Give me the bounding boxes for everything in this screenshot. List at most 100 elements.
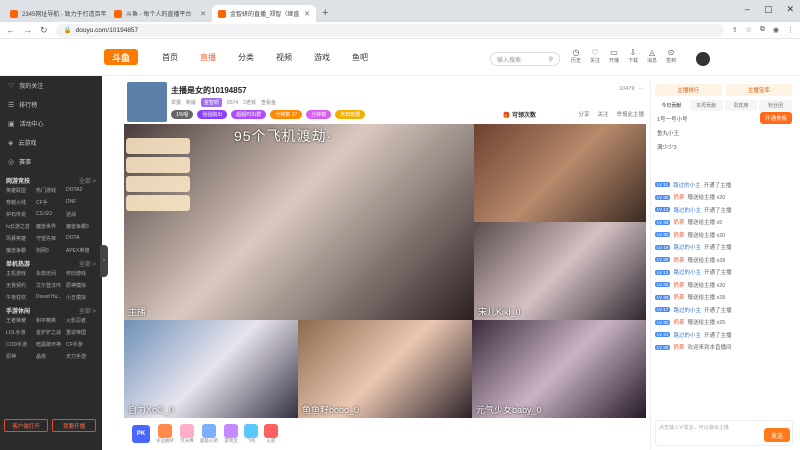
sidebar-item-ranking[interactable]: ☰ 排行榜 bbox=[0, 95, 102, 114]
sidebar-item-events[interactable]: ▣ 活动中心 bbox=[0, 114, 102, 133]
close-window-icon[interactable]: ✕ bbox=[786, 4, 794, 15]
category-link[interactable]: 剑网3 bbox=[36, 247, 66, 254]
category-link[interactable]: 和平精英 bbox=[36, 317, 66, 324]
category-link[interactable]: 晶核 bbox=[36, 353, 66, 360]
category-link[interactable]: DNF bbox=[66, 199, 96, 206]
message-tool[interactable]: ◬ 消息 bbox=[646, 48, 658, 64]
category-link[interactable]: DOTA2 bbox=[66, 187, 96, 194]
category-link[interactable]: 重返帝国 bbox=[66, 329, 96, 336]
profile-icon[interactable]: ◉ bbox=[773, 26, 779, 34]
nav-live[interactable]: 直播 bbox=[200, 52, 216, 63]
new-tab-icon[interactable]: + bbox=[322, 7, 328, 19]
reload-icon[interactable]: ↻ bbox=[40, 25, 48, 36]
room-chip[interactable]: 分钟数 bbox=[306, 110, 332, 119]
category-link[interactable]: 无畏契约 bbox=[6, 282, 36, 289]
category-link[interactable]: CS:GO bbox=[36, 211, 66, 218]
contributor[interactable]: 鱼丸小王 bbox=[657, 129, 790, 137]
category-link[interactable]: 魔兽争霸 bbox=[6, 247, 36, 254]
menu-icon[interactable]: ⋮ bbox=[787, 26, 794, 34]
tab-today[interactable]: 今日贡献 bbox=[655, 100, 688, 111]
category-link[interactable]: 魔兽争霸3 bbox=[66, 223, 96, 230]
category-link[interactable]: LOL手游 bbox=[6, 329, 36, 336]
tab-fans[interactable]: 粉丝团 bbox=[759, 100, 792, 111]
category-link[interactable]: 王者荣耀 bbox=[6, 317, 36, 324]
back-icon[interactable]: ← bbox=[6, 25, 15, 35]
gift-item[interactable]: 游戏宝 bbox=[224, 424, 238, 444]
category-link[interactable]: DOTA bbox=[66, 235, 96, 242]
extension-icon[interactable]: ⧉ bbox=[760, 26, 765, 34]
category-link[interactable]: 天刀手游 bbox=[66, 353, 96, 360]
gift-item[interactable]: 火箭 bbox=[264, 424, 278, 444]
nav-games[interactable]: 游戏 bbox=[314, 52, 330, 63]
more-icon[interactable]: ⋯ bbox=[639, 86, 645, 92]
browser-tab[interactable]: 2345网址导航 - 致力于打造百年✕ bbox=[4, 5, 108, 22]
send-button[interactable]: 发送 bbox=[764, 428, 790, 442]
gift-item[interactable]: 超级火箭 bbox=[200, 424, 218, 444]
fan-claim-button[interactable]: 🎁 可领次数 bbox=[503, 110, 536, 119]
category-link[interactable]: 魔兽世界 bbox=[36, 223, 66, 230]
room-chip[interactable]: 超超时出群 bbox=[231, 110, 267, 119]
streamer-rank-tab[interactable]: 主播排行 bbox=[655, 84, 722, 96]
star-icon[interactable]: ☆ bbox=[746, 26, 752, 34]
streamer-avatar[interactable] bbox=[127, 82, 167, 122]
share-button[interactable]: 分享 bbox=[578, 110, 589, 118]
category-link[interactable]: 原神 bbox=[6, 353, 36, 360]
download-tool[interactable]: ⇩ 下载 bbox=[627, 48, 639, 64]
nav-fishbar[interactable]: 鱼吧 bbox=[352, 52, 368, 63]
sidebar-item-cloud-game[interactable]: ◈ 云游戏 bbox=[0, 133, 102, 152]
checkin-tool[interactable]: ⊙ 签到 bbox=[665, 48, 677, 64]
nav-home[interactable]: 首页 bbox=[162, 52, 178, 63]
category-link[interactable]: 艾尔登法环 bbox=[36, 282, 66, 289]
category-link[interactable]: 守望先锋 bbox=[36, 235, 66, 242]
category-link[interactable]: 逆战 bbox=[66, 211, 96, 218]
close-icon[interactable]: ✕ bbox=[304, 10, 310, 18]
tab-vip[interactable]: 贵宾席 bbox=[724, 100, 758, 111]
category-link[interactable]: 原神模拟 bbox=[66, 282, 96, 289]
gift-item[interactable]: 荧光棒 bbox=[180, 424, 194, 444]
category-link[interactable]: 暗黑破坏神 bbox=[36, 341, 66, 348]
start-stream-button[interactable]: 我要开播 bbox=[52, 419, 96, 432]
category-link[interactable]: 风暴英雄 bbox=[6, 235, 36, 242]
video-player[interactable]: 95个飞机渡劫· 主播 宋儿Kiki_0 自力XoO_0 鱼鱼籽bobo_0 元… bbox=[124, 124, 646, 418]
browser-tab[interactable]: 斗鱼 - 每个人的直播平台 ✕ bbox=[108, 5, 212, 22]
share-icon[interactable]: ⇪ bbox=[732, 26, 738, 34]
room-chip[interactable]: 强强脱出 bbox=[197, 110, 228, 119]
category-link[interactable]: CF手 bbox=[36, 199, 66, 206]
category-link[interactable]: CF手游 bbox=[66, 341, 96, 348]
category-link[interactable]: 永劫无间 bbox=[36, 270, 66, 277]
sidebar-collapse-handle[interactable]: › bbox=[100, 245, 108, 277]
category-link[interactable]: Dread Hu... bbox=[36, 294, 66, 301]
category-link[interactable]: 怀旧游戏 bbox=[66, 270, 96, 277]
category-link[interactable]: 午夜狂欢 bbox=[6, 294, 36, 301]
gift-item[interactable]: 飞机 bbox=[244, 424, 258, 444]
search-input[interactable]: 输入搜索 ⚲ bbox=[490, 52, 560, 66]
follow-tool[interactable]: ♡ 关注 bbox=[589, 48, 601, 64]
tab-week[interactable]: 本周贡献 bbox=[689, 100, 723, 111]
maximize-icon[interactable]: ▢ bbox=[764, 4, 773, 15]
category-link[interactable]: tv云游之音 bbox=[6, 223, 36, 230]
category-link[interactable]: 热门游戏 bbox=[36, 187, 66, 194]
category-link[interactable]: 小丑模拟 bbox=[66, 294, 96, 301]
nav-category[interactable]: 分类 bbox=[238, 52, 254, 63]
sidebar-item-matches[interactable]: ◎ 赛事 bbox=[0, 152, 102, 171]
category-link[interactable]: APEX英雄 bbox=[66, 247, 96, 254]
follow-button[interactable]: 关注 bbox=[597, 110, 608, 118]
report-button[interactable]: 举报此主播 bbox=[616, 110, 644, 118]
history-tool[interactable]: ◷ 历史 bbox=[570, 48, 582, 64]
category-link[interactable]: 主机游戏 bbox=[6, 270, 36, 277]
open-vip-button[interactable]: 开通贵族 bbox=[760, 112, 792, 124]
nav-video[interactable]: 视频 bbox=[276, 52, 292, 63]
room-chip[interactable]: 1%唱 bbox=[171, 110, 194, 119]
browser-tab-active[interactable]: 金智妍的直播_郑智（继直 ✕ bbox=[212, 5, 316, 22]
room-chip[interactable]: 分钟数 17 bbox=[270, 110, 303, 119]
minimize-icon[interactable]: – bbox=[745, 4, 750, 15]
pk-button[interactable]: PK bbox=[132, 425, 150, 443]
close-icon[interactable]: ✕ bbox=[200, 10, 206, 18]
url-field[interactable]: 🔒 douyu.com/10194857 bbox=[55, 23, 724, 37]
category-link[interactable]: 金铲铲之战 bbox=[36, 329, 66, 336]
room-chip[interactable]: 未知数据 bbox=[335, 110, 366, 119]
category-link[interactable]: 火影忍者 bbox=[66, 317, 96, 324]
gift-item[interactable]: 幸运抽奖 bbox=[156, 424, 174, 444]
category-link[interactable]: 穿越火线 bbox=[6, 199, 36, 206]
category-link[interactable]: 炉石传说 bbox=[6, 211, 36, 218]
